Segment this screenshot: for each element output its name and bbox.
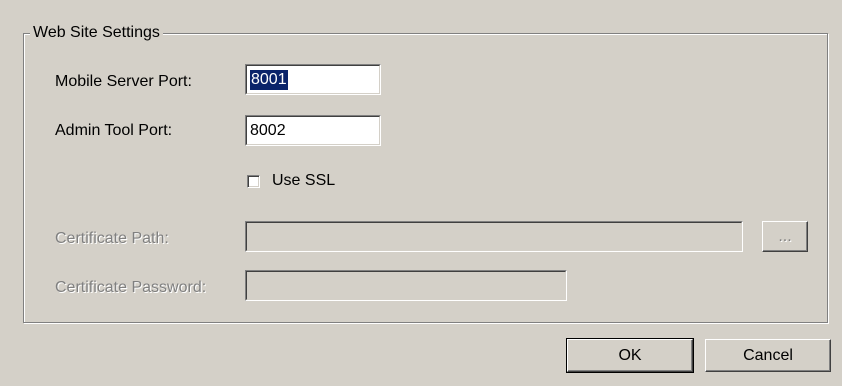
admin-tool-port-label: Admin Tool Port: (55, 122, 173, 139)
ok-button[interactable]: OK (566, 338, 694, 373)
use-ssl-checkbox[interactable]: Use SSL (247, 171, 335, 191)
mobile-server-port-label: Mobile Server Port: (55, 73, 192, 90)
browse-button[interactable]: ... (762, 221, 808, 252)
mobile-server-port-value: 8001 (250, 70, 288, 90)
web-site-settings-dialog: Web Site Settings Mobile Server Port: 80… (0, 0, 842, 386)
admin-tool-port-value: 8002 (250, 122, 286, 139)
mobile-server-port-input[interactable]: 8001 (245, 64, 381, 95)
certificate-password-input[interactable] (245, 270, 567, 301)
use-ssl-checkbox-box[interactable] (247, 174, 260, 188)
certificate-password-label: Certificate Password: (55, 279, 207, 296)
certificate-path-label: Certificate Path: (55, 230, 169, 247)
use-ssl-label: Use SSL (272, 172, 336, 189)
group-title: Web Site Settings (30, 24, 163, 42)
certificate-path-input[interactable] (245, 221, 743, 252)
admin-tool-port-input[interactable]: 8002 (245, 115, 381, 146)
cancel-button[interactable]: Cancel (705, 339, 831, 372)
